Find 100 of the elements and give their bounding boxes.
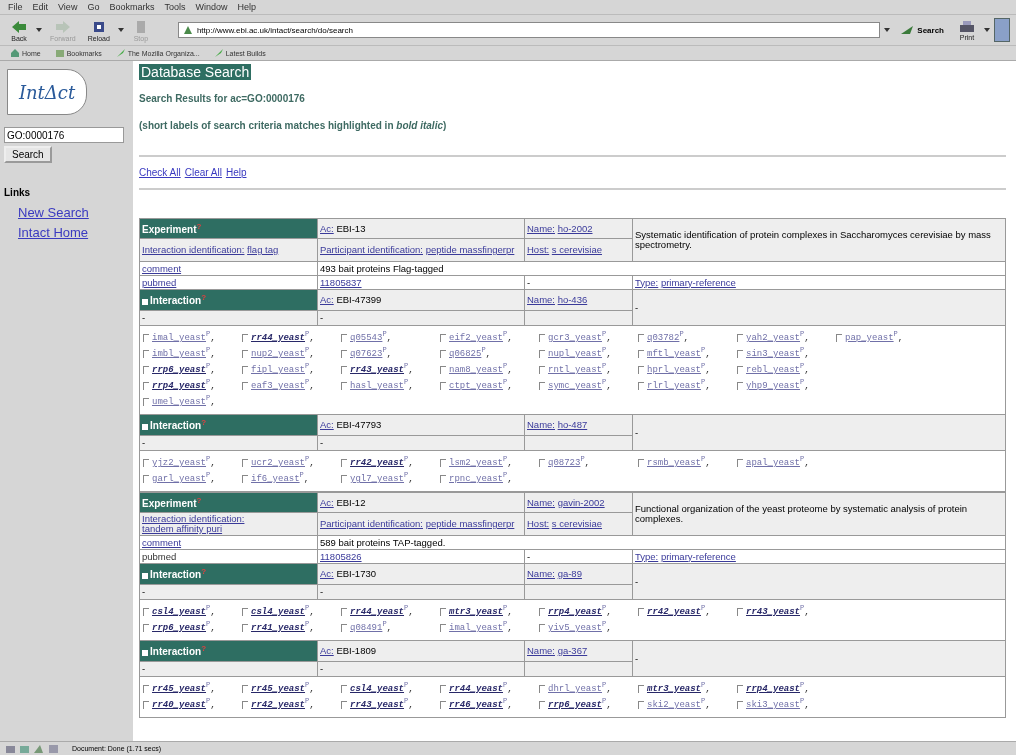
checkbox[interactable] [737,701,743,709]
help-link[interactable]: ? [196,221,202,231]
protein-link[interactable]: yjz2_yeast [152,458,206,468]
checkbox[interactable] [341,350,347,358]
protein-link[interactable]: rr42_yeast [350,458,404,468]
checkbox[interactable] [242,475,248,483]
protein-link[interactable]: ski3_yeast [746,700,800,710]
field-link[interactable]: Participant identification: [320,518,423,529]
protein-link[interactable]: rebl_yeast [746,365,800,375]
protein-link[interactable]: fipl_yeast [251,365,305,375]
field-link[interactable]: Type: [635,276,659,288]
action-link[interactable]: Check All [139,167,181,178]
checkbox[interactable] [242,608,248,616]
field-link[interactable]: 11805837 [320,276,362,288]
checkbox[interactable] [539,701,545,709]
protein-link[interactable]: csl4_yeast [251,607,305,617]
protein-link[interactable]: q08491 [350,623,383,633]
checkbox[interactable] [341,624,347,632]
checkbox[interactable] [440,701,446,709]
protein-link[interactable]: csl4_yeast [152,607,206,617]
field-link[interactable]: ga-367 [557,645,588,656]
checkbox[interactable] [440,608,446,616]
checkbox[interactable] [341,701,347,709]
checkbox[interactable] [242,382,248,390]
dropdown-caret-icon[interactable] [884,28,891,32]
sidebar-link[interactable]: Intact Home [18,225,89,240]
menu-item[interactable]: Help [237,2,256,12]
protein-link[interactable]: symc_yeast [548,381,602,391]
protein-link[interactable]: yhp9_yeast [746,381,800,391]
checkbox[interactable] [242,624,248,632]
checkbox[interactable] [242,366,248,374]
protein-link[interactable]: rr45_yeast [152,684,206,694]
checkbox[interactable] [737,608,743,616]
field-link[interactable]: ga-89 [557,568,582,579]
checkbox[interactable] [539,685,545,693]
checkbox[interactable] [143,366,149,374]
checkbox[interactable] [242,459,248,467]
field-link[interactable]: Type: [635,550,659,562]
menu-item[interactable]: Edit [32,2,49,12]
checkbox[interactable] [638,334,644,342]
menu-item[interactable]: File [8,2,23,12]
protein-link[interactable]: mtr3_yeast [647,684,701,694]
checkbox[interactable] [737,366,743,374]
checkbox[interactable] [440,459,446,467]
protein-link[interactable]: rlrl_yeast [647,381,701,391]
field-link[interactable]: Name: [527,294,555,305]
field-link[interactable]: tandem affinity puri [142,523,223,534]
checkbox[interactable] [341,459,347,467]
protein-link[interactable]: nam8_yeast [449,365,503,375]
protein-link[interactable]: dhrl_yeast [548,684,602,694]
protein-link[interactable]: yiv5_yeast [548,623,602,633]
checkbox[interactable] [539,350,545,358]
checkbox[interactable] [341,382,347,390]
checkbox[interactable] [638,366,644,374]
checkbox[interactable] [638,701,644,709]
protein-link[interactable]: rr44_yeast [449,684,503,694]
checkbox[interactable] [638,685,644,693]
field-link[interactable]: Name: [527,568,555,579]
protein-link[interactable]: imal_yeast [449,623,503,633]
protein-link[interactable]: rr42_yeast [647,607,701,617]
field-link[interactable]: primary-reference [660,276,736,288]
dropdown-caret-icon[interactable] [117,28,124,32]
url-field[interactable]: http://www.ebi.ac.uk/intact/search/do/search [177,22,881,38]
checkbox[interactable] [242,350,248,358]
protein-link[interactable]: rr42_yeast [251,700,305,710]
checkbox[interactable] [143,459,149,467]
menu-item[interactable]: View [58,2,78,12]
protein-link[interactable]: ucr2_yeast [251,458,305,468]
protein-link[interactable]: ctpt_yeast [449,381,503,391]
field-link[interactable]: ho-487 [557,419,588,430]
protein-link[interactable]: lsm2_yeast [449,458,503,468]
protein-link[interactable]: rsmb_yeast [647,458,701,468]
protein-link[interactable]: rr44_yeast [251,333,305,343]
checkbox[interactable] [242,701,248,709]
protein-link[interactable]: hprl_yeast [647,365,701,375]
protein-link[interactable]: garl_yeast [152,474,206,484]
checkbox[interactable] [440,624,446,632]
checkbox[interactable] [737,382,743,390]
protein-link[interactable]: ygl7_yeast [350,474,404,484]
checkbox[interactable] [143,382,149,390]
protein-link[interactable]: rrp4_yeast [152,381,206,391]
protein-link[interactable]: q05543 [350,333,383,343]
field-link[interactable]: Ac: [320,294,334,305]
menu-item[interactable]: Window [195,2,228,12]
protein-link[interactable]: rrp6_yeast [548,700,602,710]
checkbox[interactable] [242,334,248,342]
checkbox[interactable] [143,701,149,709]
checkbox[interactable] [143,685,149,693]
checkbox[interactable] [143,398,149,406]
checkbox[interactable] [638,459,644,467]
checkbox[interactable] [638,350,644,358]
field-link[interactable]: flag tag [247,244,279,255]
checkbox[interactable] [737,459,743,467]
field-link[interactable]: 11805826 [320,550,362,562]
field-link[interactable]: Name: [527,419,555,430]
field-link[interactable]: Participant identification: [320,244,423,255]
field-link[interactable]: comment [142,262,182,274]
protein-link[interactable]: pap_yeast [845,333,894,343]
protein-link[interactable]: q08723 [548,458,581,468]
protein-link[interactable]: rrp4_yeast [548,607,602,617]
